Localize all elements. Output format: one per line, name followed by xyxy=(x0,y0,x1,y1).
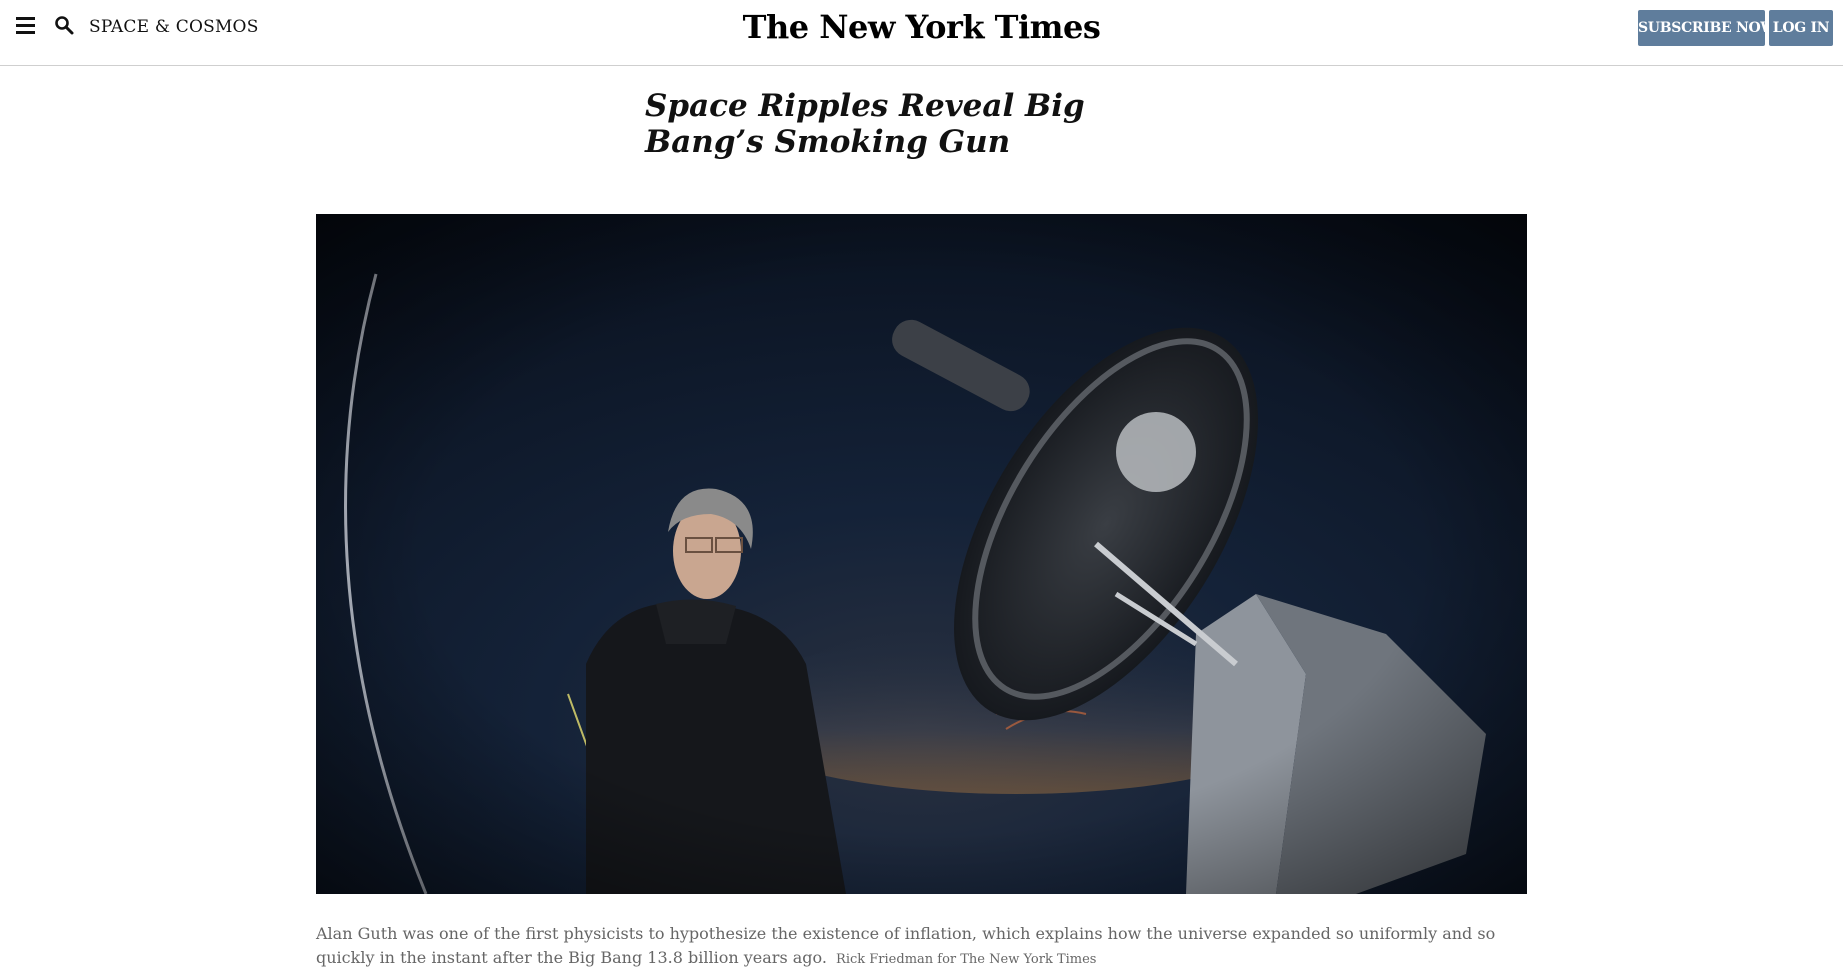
article-headline: Space Ripples Reveal Big Bang’s Smoking … xyxy=(645,88,1085,160)
hamburger-menu-icon[interactable] xyxy=(16,17,36,37)
nyt-logo-text[interactable]: The New York Times xyxy=(743,8,1101,46)
section-link-space-cosmos[interactable]: SPACE & COSMOS xyxy=(89,17,259,37)
photo-illustration xyxy=(316,214,1527,894)
nyt-logo: The New York Times xyxy=(0,8,1843,46)
top-navigation-bar: SPACE & COSMOS The New York Times SUBSCR… xyxy=(0,0,1843,66)
log-in-button[interactable]: LOG IN xyxy=(1769,10,1833,46)
photo-caption: Alan Guth was one of the first physicist… xyxy=(316,922,1527,972)
article-lead-photo xyxy=(316,214,1527,894)
search-icon[interactable] xyxy=(54,15,76,37)
photo-credit: Rick Friedman for The New York Times xyxy=(836,952,1097,967)
subscribe-now-button[interactable]: SUBSCRIBE NOW xyxy=(1638,10,1776,46)
